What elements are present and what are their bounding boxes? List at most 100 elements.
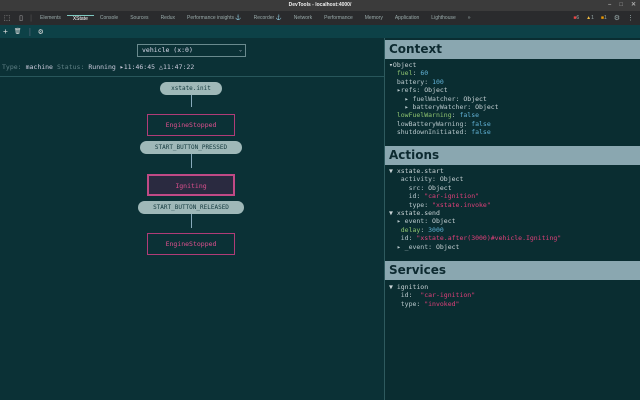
- warnings-badge[interactable]: ▲1: [586, 15, 594, 21]
- tree-line[interactable]: lowFuelWarning: false: [389, 111, 499, 119]
- tree-token: id: [389, 192, 417, 201]
- tree-token: : Object: [467, 103, 499, 112]
- tree-line[interactable]: src: Object: [389, 184, 561, 192]
- tree-token: lowFuelWarning: [389, 111, 452, 120]
- close-icon[interactable]: ✕: [631, 0, 636, 11]
- minimize-icon[interactable]: –: [608, 0, 611, 11]
- tree-token: "invoked": [424, 299, 460, 308]
- tree-line[interactable]: battery: 100: [389, 78, 499, 86]
- event-start-button-pressed[interactable]: START_BUTTON_PRESSED: [140, 141, 242, 154]
- tree-token: ▸refs: [389, 86, 417, 95]
- tree-line[interactable]: delay: 3000: [389, 226, 561, 234]
- tree-line[interactable]: ▸ _event: Object: [389, 243, 561, 251]
- state-node-engine-stopped-2[interactable]: EngineStopped: [147, 233, 235, 255]
- machine-select-value: vehicle (x:0): [142, 46, 193, 54]
- tree-token: delay: [389, 225, 421, 234]
- info-badge[interactable]: ■1: [601, 15, 607, 21]
- tree-line[interactable]: activity: Object: [389, 175, 561, 183]
- tree-token: :: [424, 200, 433, 209]
- tree-line[interactable]: id: "xstate.after(3000)#vehicle.Igniting…: [389, 234, 561, 242]
- state-node-engine-stopped[interactable]: EngineStopped: [147, 114, 235, 136]
- tree-token: 3000: [428, 225, 444, 234]
- services-tree: ▼ ignition id: "car-ignition" type: "inv…: [389, 283, 475, 308]
- tree-line[interactable]: ▸ batteryWatcher: Object: [389, 103, 499, 111]
- machine-select[interactable]: vehicle (x:0) ⌄: [137, 44, 246, 57]
- tab-memory[interactable]: Memory: [359, 15, 389, 21]
- tree-token: 60: [420, 69, 429, 78]
- context-tree: ▾Object fuel: 60 battery: 100 ▸refs: Obj…: [389, 61, 499, 137]
- tree-line[interactable]: lowBatteryWarning: false: [389, 120, 499, 128]
- tab-sources[interactable]: Sources: [124, 15, 154, 21]
- add-icon[interactable]: +: [3, 27, 8, 36]
- window-title-bar: DevTools - localhost:4000/ – □ ✕: [0, 0, 640, 11]
- update-time: △11:47:22: [159, 63, 195, 71]
- tree-line[interactable]: type: "invoked": [389, 300, 475, 308]
- tree-token: shutdownInitiated: [389, 128, 464, 137]
- tree-token: lowBatteryWarning: [389, 119, 464, 128]
- tab-redux[interactable]: Redux: [155, 15, 181, 21]
- tree-token: "xstate.invoke": [432, 200, 491, 209]
- tab-recorder[interactable]: Recorder ⚓: [248, 15, 288, 21]
- settings-icon[interactable]: ⚙: [614, 14, 620, 22]
- tree-line[interactable]: ▸ fuelWatcher: Object: [389, 95, 499, 103]
- event-start-button-released[interactable]: START_BUTTON_RELEASED: [138, 201, 244, 214]
- tree-token: ▼ xstate.start: [389, 167, 444, 175]
- errors-badge[interactable]: ■6: [573, 15, 579, 21]
- tree-token: :: [420, 225, 429, 234]
- tree-line[interactable]: ▾Object: [389, 61, 499, 69]
- device-toggle-icon[interactable]: ▯: [14, 14, 28, 22]
- tree-line[interactable]: ▼ xstate.send: [389, 209, 561, 217]
- tree-line[interactable]: ▸ event: Object: [389, 217, 561, 225]
- tree-token: ▼ ignition: [389, 283, 429, 291]
- tree-token: type: [389, 200, 425, 209]
- tree-line[interactable]: shutdownInitiated: false: [389, 128, 499, 136]
- tree-token: activity: [389, 175, 433, 184]
- tab-xstate[interactable]: XState: [66, 14, 94, 22]
- tree-token: false: [471, 119, 491, 128]
- arrow: [191, 214, 192, 228]
- window-title: DevTools - localhost:4000/: [288, 2, 352, 8]
- tree-line[interactable]: id: "car-ignition": [389, 192, 561, 200]
- tree-token: "car-ignition": [424, 192, 480, 201]
- start-time: ▸11:46:45: [119, 63, 156, 71]
- devtools-tab-bar: ⬚ ▯ | Elements XState Console Sources Redux P…: [0, 11, 640, 25]
- tab-application[interactable]: Application: [389, 15, 425, 21]
- tab-lighthouse[interactable]: Lighthouse: [425, 15, 461, 21]
- tab-performance-insights[interactable]: Performance insights ⚓: [181, 15, 248, 21]
- tab-[interactable]: »: [462, 15, 477, 21]
- tab-console[interactable]: Console: [94, 15, 124, 21]
- tree-token: type: [389, 299, 417, 308]
- tree-token: ▼ xstate.send: [389, 209, 440, 218]
- actions-tree: ▼ xstate.start activity: Object src: Obj…: [389, 167, 561, 251]
- gear-icon[interactable]: ⚙: [38, 27, 43, 36]
- tree-token: : Object: [424, 217, 456, 226]
- tab-network[interactable]: Network: [288, 15, 318, 21]
- tree-token: : Object: [420, 183, 452, 192]
- tree-token: fuel: [389, 69, 413, 78]
- tree-token: "car-ignition": [420, 291, 476, 300]
- tree-line[interactable]: fuel: 60: [389, 69, 499, 77]
- init-node[interactable]: xstate.init: [160, 82, 222, 95]
- tree-line[interactable]: type: "xstate.invoke": [389, 201, 561, 209]
- tree-line[interactable]: ▼ xstate.start: [389, 167, 561, 175]
- state-node-igniting-active[interactable]: Igniting: [147, 174, 235, 196]
- tree-token: false: [459, 111, 480, 120]
- inspect-element-icon[interactable]: ⬚: [0, 14, 14, 22]
- tree-token: src: [389, 183, 421, 192]
- tree-line[interactable]: id: "car-ignition": [389, 291, 475, 299]
- tab-performance[interactable]: Performance: [318, 15, 359, 21]
- tree-token: ▸ fuelWatcher: [389, 94, 456, 103]
- tree-token: battery: [389, 77, 425, 86]
- more-options-icon[interactable]: ⋮: [627, 14, 634, 22]
- tab-elements[interactable]: Elements: [34, 15, 67, 21]
- trash-icon[interactable]: 🗑: [14, 28, 22, 35]
- tree-line[interactable]: ▼ ignition: [389, 283, 475, 291]
- tree-token: id: [389, 291, 409, 300]
- type-label: Type:: [2, 63, 22, 71]
- tree-token: id: [389, 234, 409, 243]
- tree-line[interactable]: ▸refs: Object: [389, 86, 499, 94]
- tree-token: : Object: [416, 86, 448, 95]
- maximize-icon[interactable]: □: [619, 0, 623, 11]
- tree-token: : Object: [455, 94, 487, 103]
- divider: [0, 76, 384, 77]
